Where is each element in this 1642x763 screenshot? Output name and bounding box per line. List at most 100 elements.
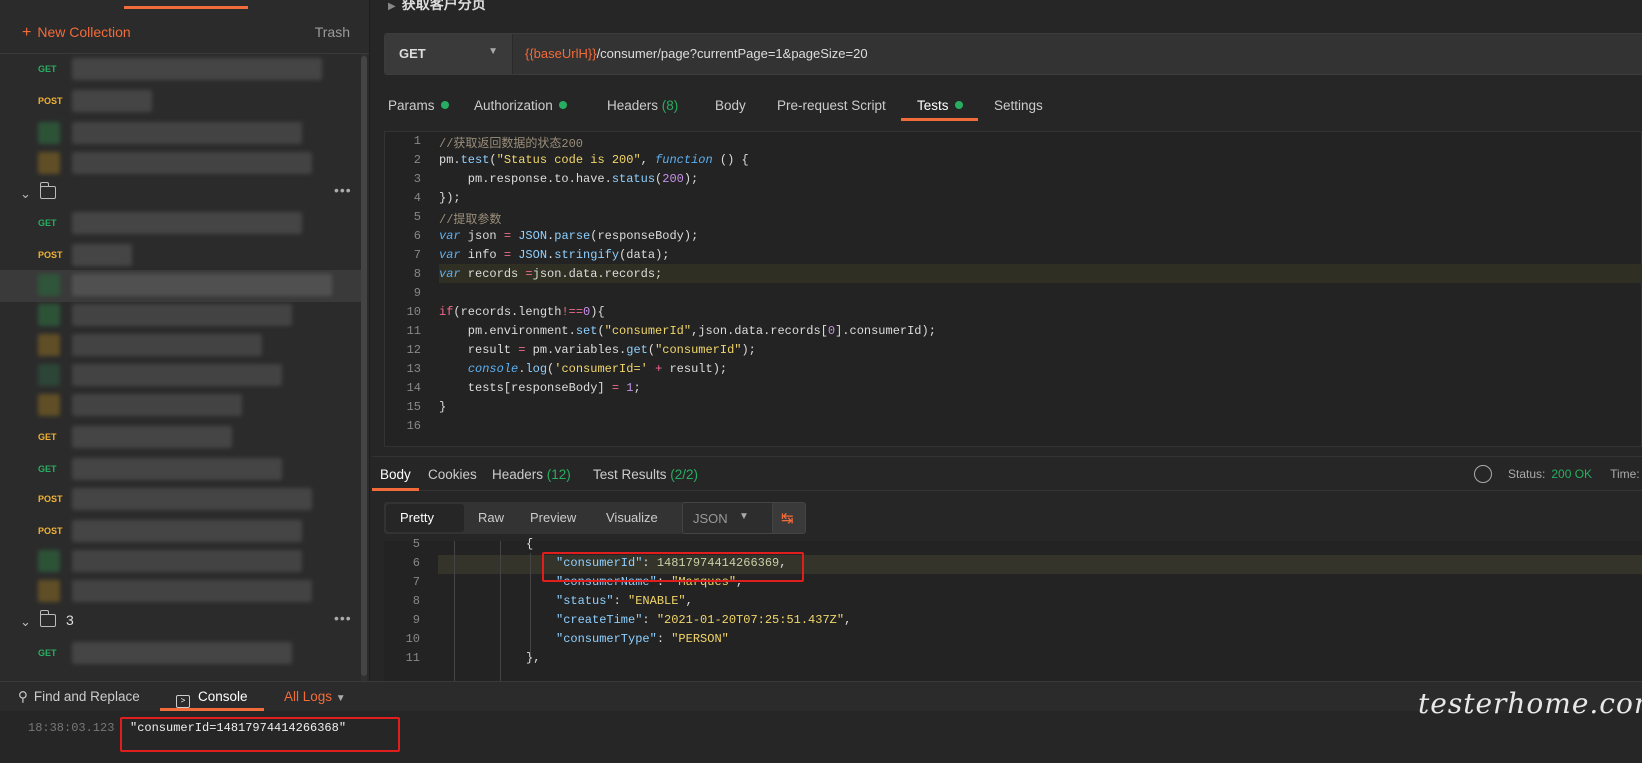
method-badge: POST (38, 494, 63, 504)
request-tabs: Params Authorization Headers (8) Body Pr… (372, 90, 1642, 122)
chevron-down-icon: ⌄ (20, 186, 31, 201)
request-item[interactable] (0, 360, 362, 392)
request-item[interactable] (0, 576, 362, 608)
pretty-button[interactable]: Pretty (400, 510, 434, 525)
request-item[interactable] (0, 330, 362, 362)
more-icon[interactable]: ••• (334, 182, 352, 198)
folder-item[interactable]: ⌄ ••• (0, 178, 362, 210)
tab-body[interactable]: Body (715, 98, 746, 113)
console-button[interactable]: > Console (176, 689, 248, 708)
request-item[interactable]: GET (0, 208, 362, 240)
tab-response-body[interactable]: Body (380, 467, 411, 482)
postman-window: + New Collection Trash GET POST ⌄ ••• GET … (0, 0, 1642, 763)
tab-test-results[interactable]: Test Results (2/2) (593, 467, 698, 482)
globe-icon[interactable] (1474, 465, 1492, 483)
redacted-badge (38, 394, 60, 416)
tab-cookies[interactable]: Cookies (428, 467, 477, 482)
redacted-name (72, 550, 302, 572)
line-number: 3 (413, 172, 421, 186)
code-line: var json = JSON.parse(responseBody); (439, 229, 699, 243)
json-value: "PERSON" (671, 632, 729, 646)
highlight-box (120, 717, 400, 752)
tab-settings[interactable]: Settings (994, 98, 1043, 113)
tab-label: Headers (492, 467, 544, 482)
redacted-name (72, 642, 292, 664)
code-line: } (439, 400, 447, 414)
trash-button[interactable]: Trash (315, 24, 350, 40)
method-select[interactable]: GET ▼ (385, 34, 513, 74)
request-item[interactable]: POST (0, 516, 362, 548)
line-number: 16 (406, 419, 421, 433)
folder-icon (39, 182, 56, 199)
line-number: 2 (413, 153, 421, 167)
folder-item-3[interactable]: ⌄ 3 ••• (0, 606, 362, 638)
redacted-name (72, 304, 292, 326)
json-line: }, (526, 651, 541, 665)
request-item[interactable] (0, 118, 362, 150)
tests-code-editor[interactable]: 1 2 3 4 5 6 7 8 9 10 11 12 13 14 15 16 /… (384, 131, 1642, 447)
tab-label: Headers (607, 98, 659, 113)
wrap-lines-button[interactable]: ↹ (772, 502, 806, 534)
status-value[interactable]: 200 OK (1551, 467, 1592, 481)
more-icon[interactable]: ••• (334, 610, 352, 626)
plus-icon: + (22, 24, 32, 41)
request-item[interactable]: GET (0, 454, 362, 486)
new-collection-label: New Collection (37, 24, 131, 40)
log-timestamp: 18:38:03.123 (28, 721, 115, 735)
url-input[interactable]: {{baseUrlH}}/consumer/page?currentPage=1… (525, 46, 868, 61)
new-collection-button[interactable]: + New Collection (22, 24, 131, 42)
request-item[interactable] (0, 300, 362, 332)
method-badge: POST (38, 250, 63, 260)
line-number: 7 (412, 575, 420, 589)
format-select[interactable]: JSON ▼ (682, 502, 778, 534)
method-badge: GET (38, 432, 57, 442)
console-label: Console (198, 689, 248, 704)
tab-authorization[interactable]: Authorization (474, 98, 567, 113)
request-item[interactable]: GET (0, 638, 362, 670)
response-tabs: Body Cookies Headers (12) Test Results (… (372, 456, 1642, 491)
code-line: var records =json.data.records; (439, 267, 663, 281)
request-item[interactable]: POST (0, 86, 362, 118)
request-item-selected[interactable] (0, 270, 362, 302)
redacted-name (72, 488, 312, 510)
request-item[interactable]: POST (0, 484, 362, 516)
log-level-select[interactable]: All Logs ▼ (284, 689, 346, 704)
tab-response-headers[interactable]: Headers (12) (492, 467, 571, 482)
redacted-name (72, 520, 302, 542)
redacted-name (72, 364, 282, 386)
tab-label: Test Results (593, 467, 667, 482)
tab-tests[interactable]: Tests (917, 98, 963, 113)
request-item[interactable]: GET (0, 54, 362, 86)
redacted-name (72, 458, 282, 480)
preview-button[interactable]: Preview (530, 510, 576, 525)
visualize-button[interactable]: Visualize (606, 510, 658, 525)
status-dot (440, 101, 449, 109)
tab-pre-request-script[interactable]: Pre-request Script (777, 98, 886, 113)
tab-params[interactable]: Params (388, 98, 449, 113)
request-item[interactable] (0, 390, 362, 422)
redacted-badge (38, 580, 60, 602)
raw-button[interactable]: Raw (478, 510, 504, 525)
sidebar-scrollbar-thumb[interactable] (361, 56, 367, 676)
method-badge: GET (38, 218, 57, 228)
collection-list: GET POST ⌄ ••• GET POST GET GET POST POST… (0, 54, 362, 681)
line-number: 9 (412, 613, 420, 627)
request-item[interactable] (0, 546, 362, 578)
response-body-viewer[interactable]: 5 6 7 8 9 10 11 { "consumerId": 14817974… (384, 537, 1642, 681)
find-replace-button[interactable]: ⚲ Find and Replace (18, 689, 140, 705)
search-icon: ⚲ (18, 689, 28, 704)
tab-headers[interactable]: Headers (8) (607, 98, 678, 113)
line-number: 14 (406, 381, 421, 395)
code-line: console.log('consumerId=' + result); (467, 362, 728, 376)
json-value: "2021-01-20T07:25:51.437Z" (656, 613, 845, 627)
request-item[interactable]: GET (0, 422, 362, 454)
request-item[interactable]: POST (0, 240, 362, 272)
method-badge: GET (38, 648, 57, 658)
code-line: result = pm.variables.get("consumerId"); (439, 343, 756, 357)
request-title[interactable]: ▶ 获取客户分页 (388, 0, 486, 14)
json-line: "consumerType": "PERSON" (556, 632, 729, 646)
request-item[interactable] (0, 148, 362, 180)
url-variable: {{baseUrlH}} (525, 46, 597, 61)
line-number: 4 (413, 191, 421, 205)
code-line: if(records.length!==0){ (439, 305, 605, 319)
